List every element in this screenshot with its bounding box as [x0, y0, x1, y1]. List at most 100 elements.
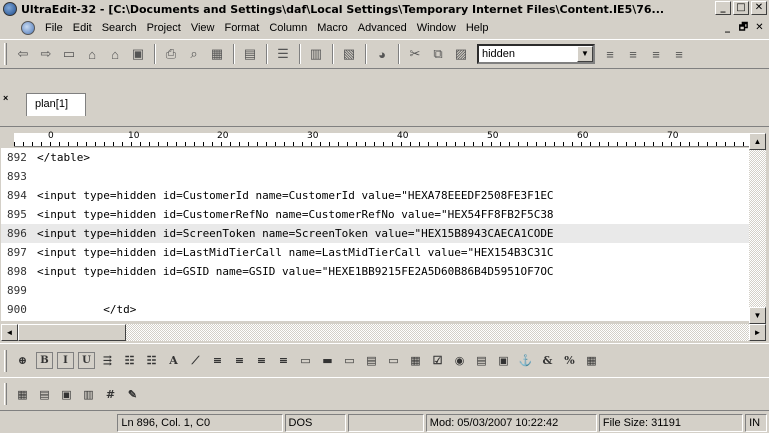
close-file-icon[interactable]: ⌂: [104, 43, 126, 65]
wand-icon[interactable]: ✎: [122, 384, 143, 405]
ordered-list-icon[interactable]: ☷: [141, 350, 162, 371]
justify-icon[interactable]: ≡: [668, 43, 690, 65]
close-button[interactable]: ✕: [751, 1, 767, 15]
back-icon[interactable]: ⇦: [12, 43, 34, 65]
horizontal-rule-icon[interactable]: ▬: [317, 350, 338, 371]
line-text[interactable]: <input type=hidden id=ScreenToken name=S…: [37, 224, 554, 243]
browser-view-icon[interactable]: ◕: [371, 43, 393, 65]
image-icon[interactable]: ▣: [493, 350, 514, 371]
search-combo[interactable]: hidden ▼: [477, 44, 595, 64]
table-icon[interactable]: ▦: [581, 350, 602, 371]
menu-help[interactable]: Help: [461, 22, 494, 34]
horizontal-scroll-thumb[interactable]: [18, 324, 126, 341]
scroll-left-icon[interactable]: ◄: [1, 324, 18, 341]
line-text[interactable]: <input type=hidden id=CustomerId name=Cu…: [37, 186, 554, 205]
editor-current-line[interactable]: 896 <input type=hidden id=ScreenToken nam…: [1, 224, 749, 243]
print-icon[interactable]: ⎙: [160, 43, 182, 65]
bold-icon[interactable]: B: [36, 352, 53, 369]
menu-macro[interactable]: Macro: [312, 22, 353, 34]
editor-line[interactable]: 899: [1, 281, 749, 300]
editor-line[interactable]: 893: [1, 167, 749, 186]
menu-window[interactable]: Window: [412, 22, 461, 34]
insert-cell-icon[interactable]: ▣: [56, 384, 77, 405]
scroll-up-icon[interactable]: ▲: [749, 133, 766, 150]
number-icon[interactable]: #: [100, 384, 121, 405]
html-icon[interactable]: ⊕: [12, 350, 33, 371]
text-field-icon[interactable]: ▭: [339, 350, 360, 371]
line-text[interactable]: <input type=hidden id=GSID name=GSID val…: [37, 262, 554, 281]
editor-line[interactable]: 895 <input type=hidden id=CustomerRefNo n…: [1, 205, 749, 224]
password-field-icon[interactable]: ▭: [383, 350, 404, 371]
document-icon[interactable]: [21, 21, 35, 35]
cut-icon[interactable]: ✂: [404, 43, 426, 65]
doc-close-button[interactable]: ✕: [752, 21, 767, 35]
align-left-icon[interactable]: ≡: [599, 43, 621, 65]
minimize-button[interactable]: _: [715, 1, 731, 15]
char-code-icon[interactable]: %: [559, 350, 580, 371]
unordered-list-icon[interactable]: ☷: [119, 350, 140, 371]
menu-view[interactable]: View: [186, 22, 220, 34]
maximize-button[interactable]: □: [733, 1, 749, 15]
toolbar-grip[interactable]: [4, 349, 7, 372]
editor-line[interactable]: 894 <input type=hidden id=CustomerId name…: [1, 186, 749, 205]
paste-icon[interactable]: ▨: [450, 43, 472, 65]
line-text[interactable]: </td>: [37, 300, 136, 319]
anchor-icon[interactable]: A: [163, 350, 184, 371]
checkbox-icon[interactable]: ☑: [427, 350, 448, 371]
hex-mode-icon[interactable]: ▥: [305, 43, 327, 65]
align-justify-para-icon[interactable]: ≡: [273, 350, 294, 371]
editor-pane[interactable]: 892 </table> 893 894 <input type=hidden id…: [1, 148, 749, 321]
horizontal-scrollbar[interactable]: ◄: [1, 324, 749, 341]
align-right-icon[interactable]: ≡: [645, 43, 667, 65]
toolbar-grip[interactable]: [4, 43, 7, 65]
align-center-para-icon[interactable]: ≡: [229, 350, 250, 371]
image-button-icon[interactable]: ▦: [405, 350, 426, 371]
open-file-icon[interactable]: ⌂: [81, 43, 103, 65]
word-wrap-icon[interactable]: ▤: [239, 43, 261, 65]
insert-column-icon[interactable]: ▥: [78, 384, 99, 405]
align-center-icon[interactable]: ≡: [622, 43, 644, 65]
editor-line[interactable]: 900 </td>: [1, 300, 749, 319]
editor-line[interactable]: 892 </table>: [1, 148, 749, 167]
chevron-down-icon[interactable]: ▼: [577, 46, 593, 62]
print-preview-icon[interactable]: ⌕: [183, 43, 205, 65]
align-left-para-icon[interactable]: ≡: [207, 350, 228, 371]
editor-line[interactable]: 897 <input type=hidden id=LastMidTierCall…: [1, 243, 749, 262]
save-icon[interactable]: ▣: [127, 43, 149, 65]
indent-icon[interactable]: ⇶: [97, 350, 118, 371]
menu-advanced[interactable]: Advanced: [353, 22, 412, 34]
menu-column[interactable]: Column: [264, 22, 312, 34]
column-mode-icon[interactable]: ▧: [338, 43, 360, 65]
new-file-icon[interactable]: ▭: [58, 43, 80, 65]
forward-icon[interactable]: ⇨: [35, 43, 57, 65]
menu-format[interactable]: Format: [219, 22, 264, 34]
toolbar-grip[interactable]: [4, 383, 7, 405]
insert-table-icon[interactable]: ▦: [12, 384, 33, 405]
underline-icon[interactable]: U: [78, 352, 95, 369]
line-text[interactable]: <input type=hidden id=CustomerRefNo name…: [37, 205, 554, 224]
copy-icon[interactable]: ⧉: [427, 43, 449, 65]
menu-edit[interactable]: Edit: [68, 22, 97, 34]
textarea-icon[interactable]: ▤: [361, 350, 382, 371]
align-right-para-icon[interactable]: ≡: [251, 350, 272, 371]
line-text[interactable]: <input type=hidden id=LastMidTierCall na…: [37, 243, 554, 262]
line-text[interactable]: </table>: [37, 148, 90, 167]
italic-icon[interactable]: I: [57, 352, 74, 369]
editor-line[interactable]: 898 <input type=hidden id=GSID name=GSID …: [1, 262, 749, 281]
line-numbers-icon[interactable]: ☰: [272, 43, 294, 65]
form-icon[interactable]: ▭: [295, 350, 316, 371]
close-tab-icon[interactable]: ×: [3, 93, 8, 103]
scroll-down-icon[interactable]: ▼: [749, 307, 766, 324]
radio-icon[interactable]: ◉: [449, 350, 470, 371]
link-icon[interactable]: ⟋: [185, 350, 206, 371]
anchor-link-icon[interactable]: ⚓: [515, 350, 536, 371]
scroll-right-icon[interactable]: ►: [749, 324, 766, 341]
select-icon[interactable]: ▤: [471, 350, 492, 371]
print-setup-icon[interactable]: ▦: [206, 43, 228, 65]
search-combo-value[interactable]: hidden: [479, 48, 515, 60]
insert-row-icon[interactable]: ▤: [34, 384, 55, 405]
doc-minimize-button[interactable]: _: [720, 21, 735, 35]
tab-plan[interactable]: plan[1]: [26, 93, 86, 116]
menu-search[interactable]: Search: [97, 22, 142, 34]
special-char-icon[interactable]: &: [537, 350, 558, 371]
